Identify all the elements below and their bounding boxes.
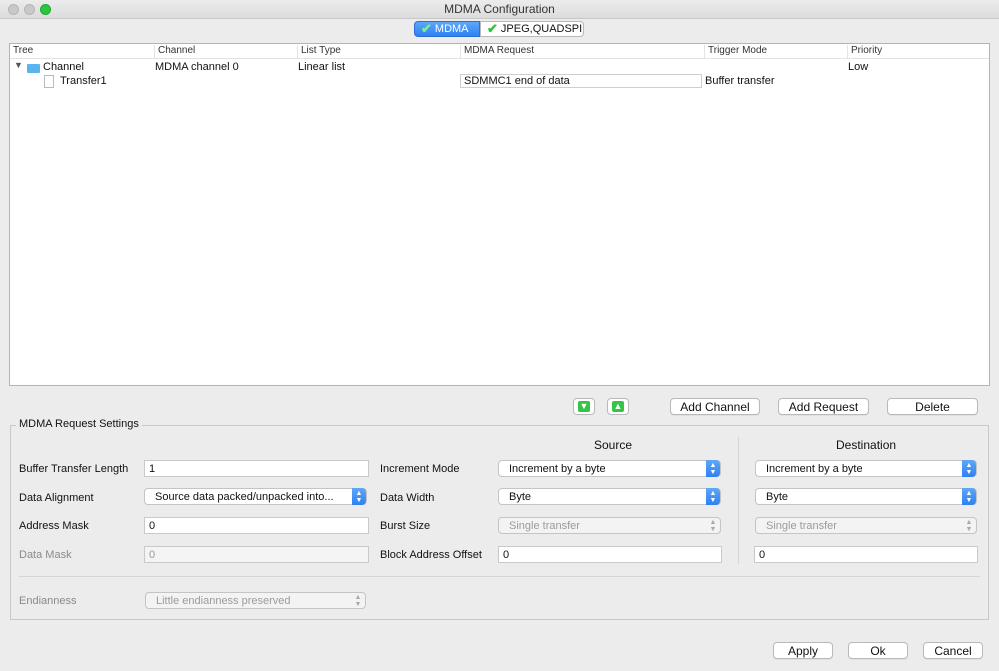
source-data-width-value: Byte: [509, 490, 532, 503]
ok-button[interactable]: Ok: [848, 642, 908, 659]
table-header: Tree Channel List Type MDMA Request Trig…: [10, 44, 989, 59]
add-channel-button[interactable]: Add Channel: [670, 398, 760, 415]
request-settings-title: MDMA Request Settings: [16, 418, 142, 430]
delete-button[interactable]: Delete: [887, 398, 978, 415]
tab-mdma[interactable]: ✔ MDMA: [414, 21, 480, 37]
endianness-select[interactable]: Little endianness preserved ▲ ▼: [145, 592, 366, 609]
column-header-trigger-mode[interactable]: Trigger Mode: [704, 45, 847, 58]
arrow-down-icon: ▼: [578, 401, 590, 412]
folder-icon: [27, 62, 40, 74]
column-header-mdma-request[interactable]: MDMA Request: [460, 45, 704, 58]
data-mask-label: Data Mask: [19, 549, 72, 561]
select-arrows-icon: ▲ ▼: [962, 460, 976, 477]
settings-separator: [19, 576, 980, 577]
buffer-transfer-length-input[interactable]: 1: [144, 460, 369, 477]
data-alignment-select[interactable]: Source data packed/unpacked into... ▲ ▼: [144, 488, 367, 505]
column-header-channel[interactable]: Channel: [154, 45, 298, 58]
list-type-cell: Linear list: [298, 61, 346, 73]
source-header: Source: [594, 438, 633, 452]
expand-arrow-icon[interactable]: ▼: [14, 60, 23, 70]
window-title: MDMA Configuration: [444, 2, 555, 16]
source-burst-size-value: Single transfer: [509, 519, 580, 532]
destination-increment-mode-value: Increment by a byte: [766, 462, 863, 475]
tab-jpeg-quadspi-label: JPEG,QUADSPI: [500, 23, 583, 35]
column-header-list-type[interactable]: List Type: [297, 45, 460, 58]
burst-size-label: Burst Size: [380, 520, 431, 532]
select-arrows-icon: ▲ ▼: [965, 518, 973, 533]
destination-block-offset-input[interactable]: 0: [754, 546, 978, 563]
file-icon: [44, 75, 54, 88]
move-up-button[interactable]: ▲: [607, 398, 629, 415]
data-alignment-value: Source data packed/unpacked into...: [155, 490, 334, 503]
table-row[interactable]: Transfer1 SDMMC1 end of data Buffer tran…: [10, 74, 989, 89]
data-alignment-label: Data Alignment: [19, 492, 94, 504]
column-header-priority[interactable]: Priority: [847, 45, 989, 58]
tab-jpeg-quadspi[interactable]: ✔ JPEG,QUADSPI: [480, 21, 584, 37]
channel-cell: MDMA channel 0: [155, 61, 239, 73]
address-mask-input[interactable]: 0: [144, 517, 369, 534]
move-down-button[interactable]: ▼: [573, 398, 595, 415]
source-block-offset-input[interactable]: 0: [498, 546, 722, 563]
increment-mode-label: Increment Mode: [380, 463, 460, 475]
data-mask-input[interactable]: 0: [144, 546, 369, 563]
channel-tree-table[interactable]: Tree Channel List Type MDMA Request Trig…: [9, 43, 990, 386]
block-address-offset-label: Block Address Offset: [380, 549, 482, 561]
check-icon: ✔: [487, 21, 498, 36]
select-arrows-icon: ▲ ▼: [352, 488, 366, 505]
source-increment-mode-select[interactable]: Increment by a byte ▲ ▼: [498, 460, 721, 477]
destination-increment-mode-select[interactable]: Increment by a byte ▲ ▼: [755, 460, 977, 477]
apply-button[interactable]: Apply: [773, 642, 833, 659]
endianness-value: Little endianness preserved: [156, 594, 291, 607]
mdma-request-cell[interactable]: SDMMC1 end of data: [460, 74, 702, 88]
check-icon: ✔: [421, 21, 432, 36]
destination-data-width-select[interactable]: Byte ▲ ▼: [755, 488, 977, 505]
address-mask-label: Address Mask: [19, 520, 89, 532]
tab-mdma-label: MDMA: [434, 23, 469, 35]
add-request-button[interactable]: Add Request: [778, 398, 869, 415]
table-row[interactable]: ▼ Channel MDMA channel 0 Linear list Low: [10, 60, 989, 74]
cancel-button[interactable]: Cancel: [923, 642, 983, 659]
source-burst-size-select[interactable]: Single transfer ▲ ▼: [498, 517, 721, 534]
arrow-up-icon: ▲: [612, 401, 624, 412]
column-divider: [738, 437, 739, 564]
source-data-width-select[interactable]: Byte ▲ ▼: [498, 488, 721, 505]
trigger-mode-cell: Buffer transfer: [705, 75, 775, 87]
destination-data-width-value: Byte: [766, 490, 789, 503]
select-arrows-icon: ▲ ▼: [706, 460, 720, 477]
source-increment-mode-value: Increment by a byte: [509, 462, 606, 475]
column-header-tree[interactable]: Tree: [10, 45, 154, 58]
destination-header: Destination: [836, 438, 897, 452]
buffer-transfer-length-label: Buffer Transfer Length: [19, 463, 129, 475]
select-arrows-icon: ▲ ▼: [706, 488, 720, 505]
tree-transfer-label: Transfer1: [60, 75, 107, 87]
priority-cell: Low: [848, 61, 869, 73]
title-bar: MDMA Configuration: [0, 0, 999, 19]
select-arrows-icon: ▲ ▼: [709, 518, 717, 533]
endianness-label: Endianness: [19, 595, 77, 607]
tree-channel-label: Channel: [43, 61, 84, 73]
destination-burst-size-select[interactable]: Single transfer ▲ ▼: [755, 517, 977, 534]
destination-burst-size-value: Single transfer: [766, 519, 837, 532]
select-arrows-icon: ▲ ▼: [354, 593, 362, 608]
select-arrows-icon: ▲ ▼: [962, 488, 976, 505]
data-width-label: Data Width: [380, 492, 435, 504]
